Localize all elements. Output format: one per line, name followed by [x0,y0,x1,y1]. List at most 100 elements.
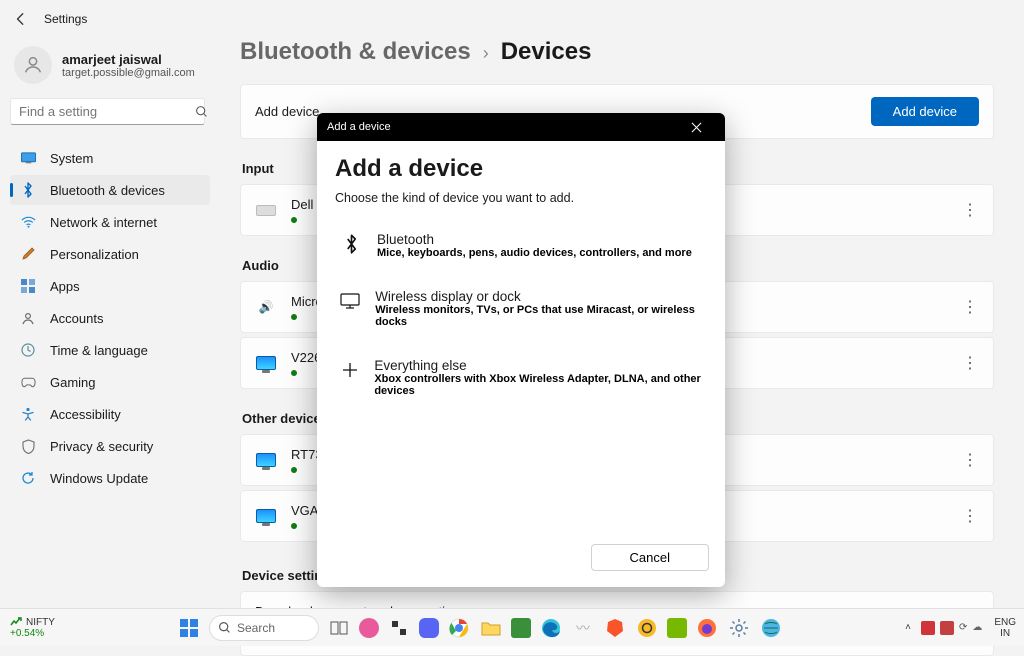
nav-apps[interactable]: Apps [10,271,210,301]
more-button[interactable]: ⋮ [962,297,979,317]
speaker-icon [255,299,277,315]
app-icon[interactable] [667,618,687,638]
file-explorer-icon[interactable] [479,616,503,640]
close-icon [691,122,702,133]
monitor-icon [255,355,277,371]
nav-label: Accounts [50,311,103,326]
breadcrumb-current: Devices [501,38,592,66]
nav-label: Network & internet [50,215,157,230]
search-input[interactable] [19,104,195,119]
more-button[interactable]: ⋮ [962,200,979,220]
bluetooth-icon [20,182,36,198]
nav-label: System [50,151,93,166]
app-icon[interactable] [387,616,411,640]
add-device-button[interactable]: Add device [871,97,979,126]
arrow-left-icon [14,12,28,26]
gaming-icon [20,374,36,390]
stock-up-icon [10,617,22,627]
search-box[interactable] [10,98,205,125]
device-name: VGA [291,503,318,518]
option-title: Wireless display or dock [375,289,703,304]
search-icon [195,105,208,118]
nav-time-language[interactable]: Time & language [10,335,210,365]
cloud-icon[interactable]: ☁ [972,622,982,633]
language-indicator[interactable]: ENG IN [994,617,1016,639]
nav-bluetooth-devices[interactable]: Bluetooth & devices [10,175,210,205]
paint-icon [20,246,36,262]
dialog-heading: Add a device [335,155,707,183]
nav-system[interactable]: System [10,143,210,173]
app-icon[interactable] [359,618,379,638]
ticker-value: +0.54% [10,628,55,639]
taskbar-search[interactable]: Search [209,615,319,641]
add-device-label: Add device [255,104,319,119]
app-icon[interactable] [511,618,531,638]
nav-accessibility[interactable]: Accessibility [10,399,210,429]
plus-icon [339,358,360,382]
option-everything-else[interactable]: Everything elseXbox controllers with Xbo… [335,349,707,406]
nav: System Bluetooth & devices Network & int… [10,143,230,493]
app-icon[interactable] [419,618,439,638]
breadcrumb: Bluetooth & devices › Devices [240,38,994,66]
nav-label: Accessibility [50,407,121,422]
option-desc: Xbox controllers with Xbox Wireless Adap… [374,373,703,397]
accounts-icon [20,310,36,326]
wifi-icon [20,214,36,230]
breadcrumb-parent[interactable]: Bluetooth & devices [240,38,471,66]
more-button[interactable]: ⋮ [962,353,979,373]
system-icon [20,150,36,166]
nav-network[interactable]: Network & internet [10,207,210,237]
option-wireless-display[interactable]: Wireless display or dockWireless monitor… [335,280,707,337]
edge-icon[interactable] [539,616,563,640]
status-dot [291,217,297,223]
window-title: Settings [44,12,87,26]
settings-icon[interactable] [727,616,751,640]
option-bluetooth[interactable]: BluetoothMice, keyboards, pens, audio de… [335,223,707,268]
person-icon [22,54,44,76]
add-device-dialog: Add a device Add a device Choose the kin… [317,113,725,587]
stock-ticker[interactable]: NIFTY +0.54% [0,617,55,639]
lang-top: ENG [994,617,1016,628]
cancel-button[interactable]: Cancel [591,544,709,571]
app-icon[interactable] [635,616,659,640]
option-desc: Wireless monitors, TVs, or PCs that use … [375,304,703,328]
tray-icon[interactable] [921,621,935,635]
close-button[interactable] [691,122,715,133]
system-tray[interactable]: ˄ ⟳ ☁ ENG IN [905,617,1024,639]
tray-icon[interactable]: ⟳ [959,622,967,633]
search-icon [218,621,231,634]
brave-icon[interactable] [603,616,627,640]
monitor-icon [255,452,277,468]
bluetooth-icon [339,232,363,256]
taskbar-center: Search 〰 [55,615,905,641]
chevron-right-icon: › [483,43,489,64]
status-dot [291,370,297,376]
nav-privacy[interactable]: Privacy & security [10,431,210,461]
app-icon[interactable] [759,616,783,640]
nav-label: Privacy & security [50,439,153,454]
display-icon [339,289,361,313]
firefox-icon[interactable] [695,616,719,640]
nav-personalization[interactable]: Personalization [10,239,210,269]
start-button[interactable] [177,616,201,640]
user-profile[interactable]: amarjeet jaiswal target.possible@gmail.c… [10,40,230,98]
task-view-icon[interactable] [327,616,351,640]
nav-accounts[interactable]: Accounts [10,303,210,333]
accessibility-icon [20,406,36,422]
nav-label: Apps [50,279,80,294]
back-button[interactable] [12,10,30,28]
chevron-up-icon[interactable]: ˄ [905,622,911,633]
status-dot [291,523,297,529]
nav-label: Time & language [50,343,148,358]
nav-label: Bluetooth & devices [50,183,165,198]
nav-windows-update[interactable]: Windows Update [10,463,210,493]
keyboard-icon [255,202,277,218]
more-button[interactable]: ⋮ [962,506,979,526]
more-button[interactable]: ⋮ [962,450,979,470]
chrome-icon[interactable] [447,616,471,640]
nav-gaming[interactable]: Gaming [10,367,210,397]
status-dot [291,314,297,320]
tray-icon[interactable] [940,621,954,635]
taskbar-search-label: Search [237,621,275,635]
app-icon[interactable]: 〰 [571,616,595,640]
